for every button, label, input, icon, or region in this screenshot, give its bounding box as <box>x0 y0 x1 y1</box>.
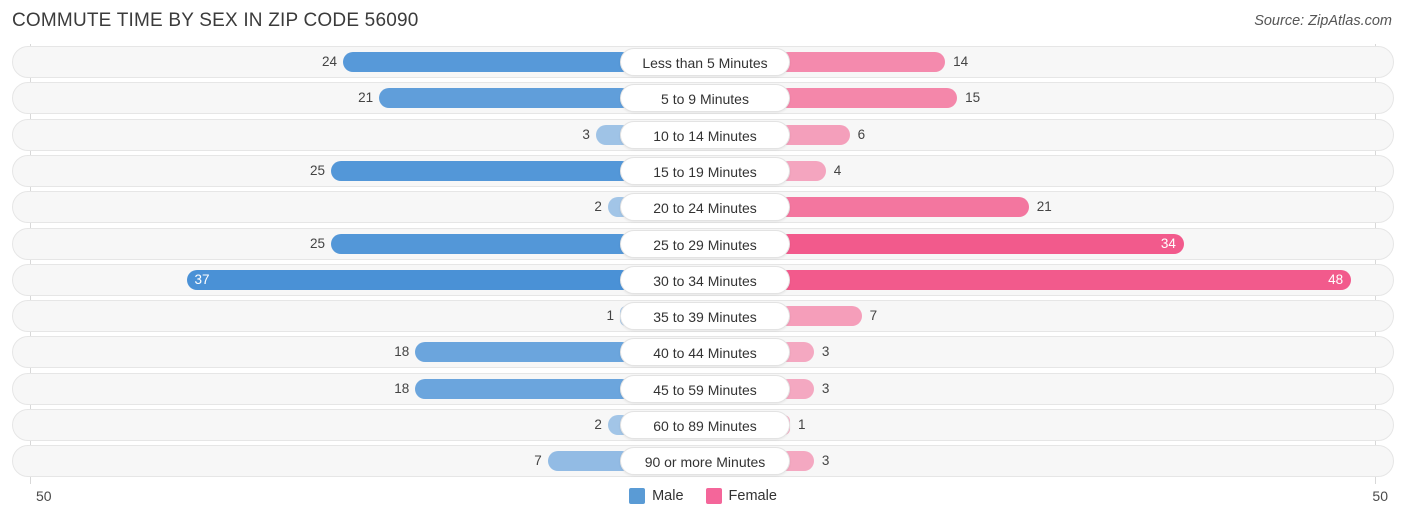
category-label-pill[interactable]: 25 to 29 Minutes <box>620 229 790 258</box>
category-label-pill[interactable]: 40 to 44 Minutes <box>620 338 790 367</box>
legend-swatch-female <box>705 488 722 504</box>
value-label-male: 21 <box>358 90 374 106</box>
value-label-male: 7 <box>534 453 542 469</box>
chart-legend: Male Female <box>0 488 1406 504</box>
chart-row[interactable]: 24 14 Less than 5 Minutes <box>12 46 1394 78</box>
value-label-female: 3 <box>821 453 830 469</box>
value-label-female: 3 <box>821 380 830 396</box>
value-label-female: 21 <box>1036 199 1052 215</box>
chart-row[interactable]: 18 3 40 to 44 Minutes <box>12 336 1394 369</box>
value-label-female: 48 <box>1328 271 1344 287</box>
value-label-female: 6 <box>857 126 866 142</box>
source-attribution: Source: ZipAtlas.com <box>1254 13 1392 29</box>
bar-female[interactable] <box>778 52 946 72</box>
value-label-female: 3 <box>821 344 830 360</box>
chart-row[interactable]: 18 3 45 to 59 Minutes <box>12 372 1394 405</box>
chart-footer: 50 50 Male Female <box>0 484 1406 523</box>
value-label-male: 18 <box>394 380 410 396</box>
category-label-pill[interactable]: 45 to 59 Minutes <box>620 374 790 403</box>
value-label-male: 24 <box>322 54 338 69</box>
chart-row[interactable]: 25 4 15 to 19 Minutes <box>12 154 1394 187</box>
bar-female[interactable] <box>778 269 1352 290</box>
value-label-female: 1 <box>797 417 806 432</box>
value-label-female: 4 <box>833 162 842 178</box>
value-label-male: 25 <box>309 235 325 251</box>
chart-row[interactable]: 2 21 20 to 24 Minutes <box>12 191 1394 224</box>
chart-row[interactable]: 7 3 90 or more Minutes <box>12 445 1394 478</box>
category-label-pill[interactable]: 30 to 34 Minutes <box>620 265 790 294</box>
value-label-female: 14 <box>953 54 969 69</box>
legend-swatch-male <box>629 488 646 504</box>
category-label-pill[interactable]: 20 to 24 Minutes <box>620 193 790 222</box>
category-label-pill[interactable]: 90 or more Minutes <box>620 447 790 476</box>
chart-row[interactable]: 1 7 35 to 39 Minutes <box>12 300 1394 333</box>
bar-female[interactable] <box>778 306 862 327</box>
category-label-pill[interactable]: 35 to 39 Minutes <box>620 302 790 331</box>
value-label-female: 7 <box>869 308 878 324</box>
value-label-female: 34 <box>1160 235 1176 251</box>
value-label-male: 3 <box>582 126 590 142</box>
bar-female[interactable] <box>778 88 958 109</box>
chart-row[interactable]: 21 15 5 to 9 Minutes <box>12 82 1394 115</box>
chart-row[interactable]: 25 34 25 to 29 Minutes <box>12 227 1394 260</box>
chart-plot-area: 24 14 Less than 5 Minutes 21 15 5 to 9 Minute… <box>0 44 1406 484</box>
category-label-pill[interactable]: 60 to 89 Minutes <box>620 411 790 439</box>
category-label-pill[interactable]: 5 to 9 Minutes <box>620 84 790 113</box>
bar-male[interactable] <box>343 52 632 72</box>
chart-row[interactable]: 2 1 60 to 89 Minutes <box>12 409 1394 441</box>
legend-label-female: Female <box>728 488 777 504</box>
category-label-pill[interactable]: 15 to 19 Minutes <box>620 156 790 185</box>
value-label-male: 25 <box>309 162 325 178</box>
bar-female[interactable] <box>778 233 1184 254</box>
chart-row[interactable]: 37 48 30 to 34 Minutes <box>12 263 1394 296</box>
chart-header: COMMUTE TIME BY SEX IN ZIP CODE 56090 So… <box>0 0 1406 44</box>
chart-row[interactable]: 3 6 10 to 14 Minutes <box>12 118 1394 151</box>
category-label-pill[interactable]: 10 to 14 Minutes <box>620 120 790 149</box>
legend-item-female[interactable]: Female <box>705 488 777 504</box>
value-label-male: 18 <box>394 344 410 360</box>
value-label-female: 15 <box>965 90 981 106</box>
value-label-male: 2 <box>594 417 602 432</box>
bar-male[interactable] <box>186 269 632 290</box>
bar-male[interactable] <box>331 160 632 181</box>
bar-male[interactable] <box>415 378 632 399</box>
bar-male[interactable] <box>379 88 632 109</box>
value-label-male: 2 <box>594 199 602 215</box>
legend-label-male: Male <box>652 488 684 504</box>
page-title: COMMUTE TIME BY SEX IN ZIP CODE 56090 <box>12 10 419 31</box>
bar-male[interactable] <box>415 342 632 363</box>
value-label-male: 1 <box>606 308 614 324</box>
legend-item-male[interactable]: Male <box>629 488 684 504</box>
bar-female[interactable] <box>778 197 1029 218</box>
bar-male[interactable] <box>331 233 632 254</box>
category-label-pill[interactable]: Less than 5 Minutes <box>620 48 790 76</box>
value-label-male: 37 <box>194 271 210 287</box>
